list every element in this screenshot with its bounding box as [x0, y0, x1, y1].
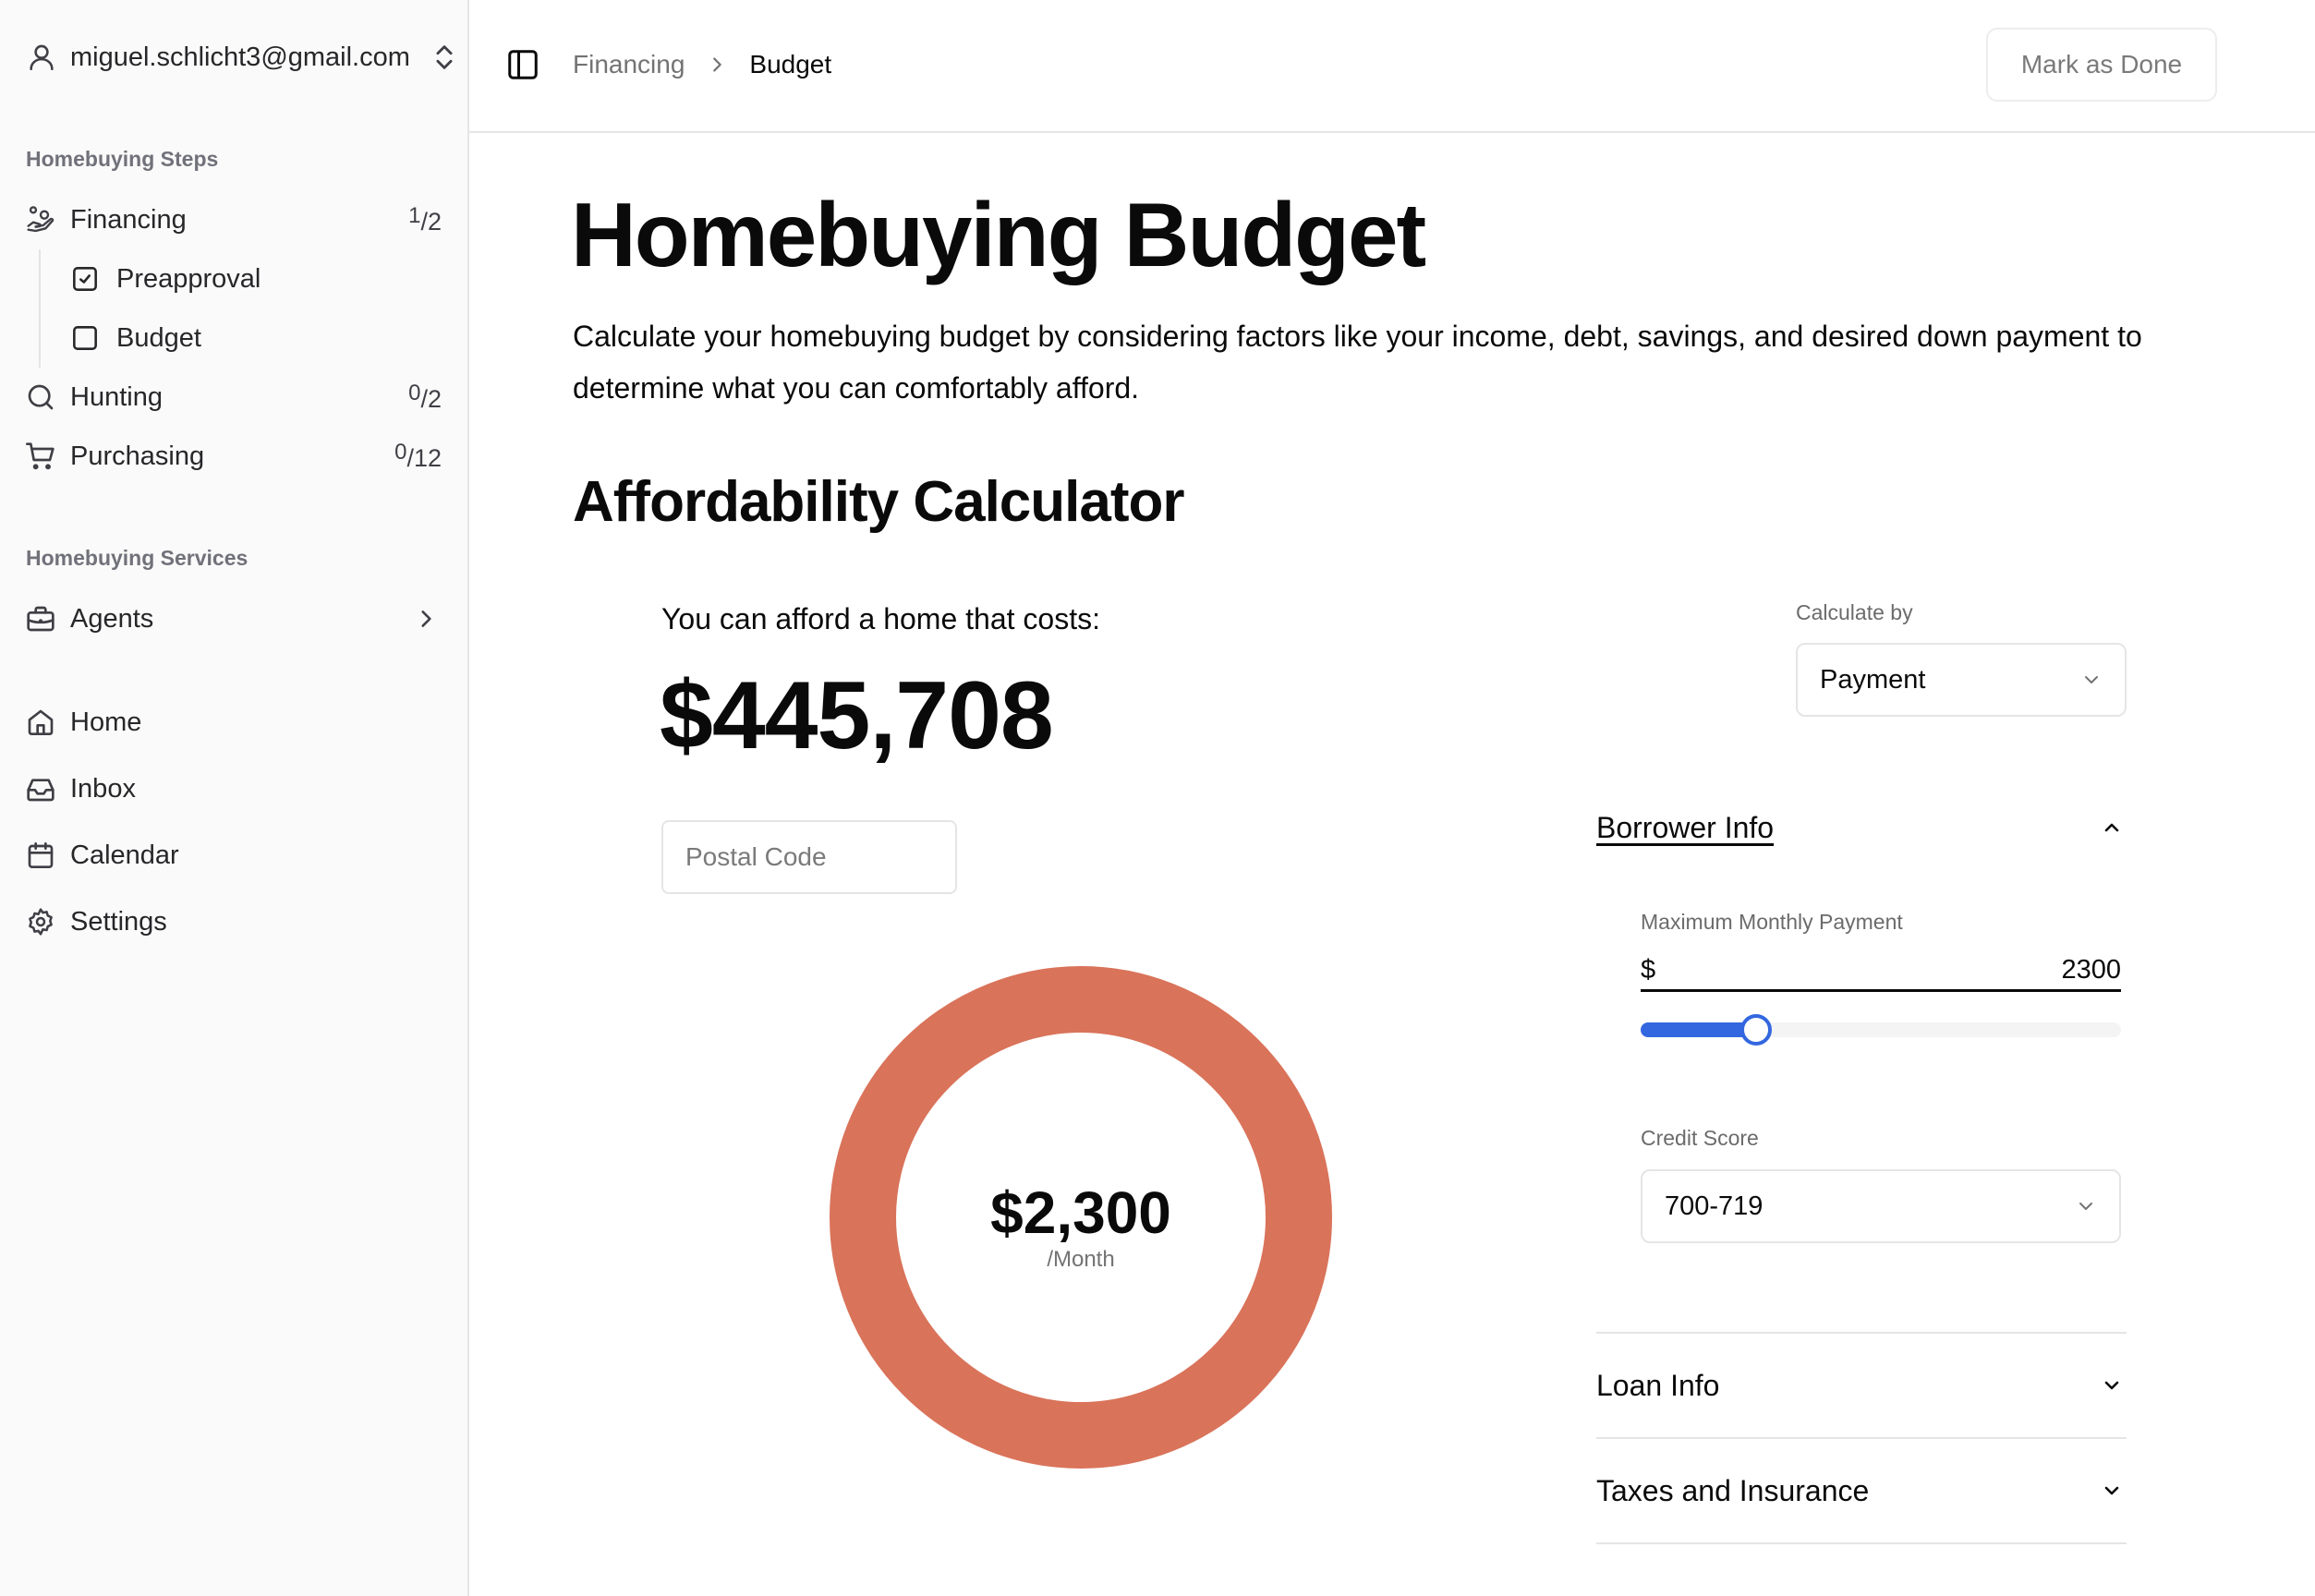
sidebar-item-settings[interactable]: Settings [26, 899, 442, 945]
sidebar-subitem-label: Budget [116, 322, 201, 353]
sidebar-item-label: Purchasing [70, 441, 205, 471]
breadcrumb: Financing Budget [573, 48, 831, 81]
currency-symbol: $ [1641, 955, 1656, 985]
cart-icon [26, 442, 55, 470]
accordion-label: Borrower Info [1596, 810, 1775, 844]
sidebar-item-hunting[interactable]: Hunting 0/2 [26, 374, 442, 420]
max-payment-input[interactable] [1655, 955, 2121, 985]
steps-group-label: Homebuying Steps [26, 147, 219, 171]
sidebar-item-agents[interactable]: Agents [26, 596, 442, 642]
slider-thumb[interactable] [1739, 1014, 1772, 1046]
search-icon [28, 384, 54, 410]
top-bar: Financing Budget Mark as Done [469, 0, 2315, 133]
checkbox-checked-icon [73, 267, 97, 291]
progress-count: 0/2 [408, 381, 442, 413]
tree-line [39, 249, 41, 368]
chevron-down-icon [2104, 1381, 2119, 1390]
sidebar-item-label: Settings [70, 906, 167, 937]
accordion-loan-info[interactable]: Loan Info [1596, 1363, 2127, 1408]
briefcase-icon [27, 606, 55, 632]
progress-count: 0/12 [394, 440, 442, 472]
accordion-taxes-insurance[interactable]: Taxes and Insurance [1596, 1469, 2127, 1513]
calculate-by-label: Calculate by [1796, 600, 1913, 624]
calculate-by-select[interactable]: Payment [1796, 643, 2127, 717]
accordion-borrower-info[interactable]: Borrower Info [1596, 805, 2127, 850]
accordion-label: Loan Info [1596, 1368, 1720, 1402]
gear-icon [29, 908, 53, 936]
sidebar: miguel.schlicht3@gmail.com Homebuying St… [0, 0, 469, 1596]
sidebar-item-label: Calendar [70, 840, 179, 870]
credit-score-select[interactable]: 700-719 [1641, 1169, 2121, 1243]
max-payment-slider[interactable] [1641, 1014, 2121, 1046]
slider-fill [1641, 1022, 1756, 1037]
max-payment-label: Maximum Monthly Payment [1641, 910, 1903, 934]
mark-as-done-button[interactable]: Mark as Done [1986, 28, 2217, 102]
chevron-down-icon [2085, 676, 2098, 683]
services-group-label: Homebuying Services [26, 546, 248, 570]
sidebar-item-calendar[interactable]: Calendar [26, 832, 442, 878]
page-title: Homebuying Budget [571, 184, 1426, 285]
divider [1596, 1437, 2127, 1439]
hand-coins-icon [27, 206, 55, 233]
sidebar-subitem-preapproval[interactable]: Preapproval [72, 256, 261, 302]
sidebar-item-label: Hunting [70, 381, 163, 412]
sidebar-item-inbox[interactable]: Inbox [26, 766, 442, 812]
sidebar-item-purchasing[interactable]: Purchasing 0/12 [26, 433, 442, 479]
calculate-by-value: Payment [1820, 664, 1926, 695]
home-icon [28, 709, 54, 735]
chevron-down-icon [2104, 1486, 2119, 1495]
user-icon [30, 44, 54, 71]
max-payment-field: $ [1641, 953, 2121, 992]
accordion-label: Taxes and Insurance [1596, 1473, 1870, 1507]
sidebar-item-label: Home [70, 707, 142, 737]
afford-label: You can afford a home that costs: [661, 602, 1100, 635]
breadcrumb-budget: Budget [749, 50, 832, 79]
checkbox-empty-icon [73, 326, 97, 350]
sidebar-item-financing[interactable]: Financing 1/2 [26, 197, 442, 243]
credit-score-value: 700-719 [1665, 1191, 1764, 1221]
credit-score-label: Credit Score [1641, 1126, 1759, 1150]
section-title: Affordability Calculator [573, 470, 1185, 534]
chevron-right-icon [421, 611, 431, 627]
sidebar-item-home[interactable]: Home [26, 699, 442, 745]
sidebar-subitem-budget[interactable]: Budget [72, 315, 201, 361]
monthly-amount: $2,300 [990, 1179, 1171, 1246]
sidebar-item-label: Agents [70, 603, 154, 634]
sidebar-subitem-label: Preapproval [116, 263, 261, 294]
chevrons-up-down-icon [436, 45, 453, 69]
chevron-right-icon [713, 57, 722, 72]
user-email: miguel.schlicht3@gmail.com [70, 42, 410, 72]
progress-count: 1/2 [408, 203, 442, 236]
inbox-icon [27, 779, 55, 802]
divider [1596, 1542, 2127, 1544]
account-switcher[interactable]: miguel.schlicht3@gmail.com [26, 35, 456, 79]
sidebar-item-label: Financing [70, 204, 187, 235]
calendar-icon [28, 842, 54, 868]
sidebar-toggle-icon[interactable] [506, 48, 539, 81]
payment-donut: $2,300 /Month [822, 959, 1339, 1476]
breadcrumb-financing[interactable]: Financing [573, 50, 685, 79]
page-description: Calculate your homebuying budget by cons… [573, 320, 2142, 405]
afford-value: $445,708 [660, 662, 1054, 769]
monthly-unit: /Month [1047, 1247, 1115, 1272]
sidebar-item-label: Inbox [70, 773, 136, 804]
postal-code-input[interactable] [661, 820, 957, 894]
chevron-down-icon [2079, 1203, 2092, 1210]
chevron-up-icon [2104, 823, 2119, 832]
divider [1596, 1332, 2127, 1334]
